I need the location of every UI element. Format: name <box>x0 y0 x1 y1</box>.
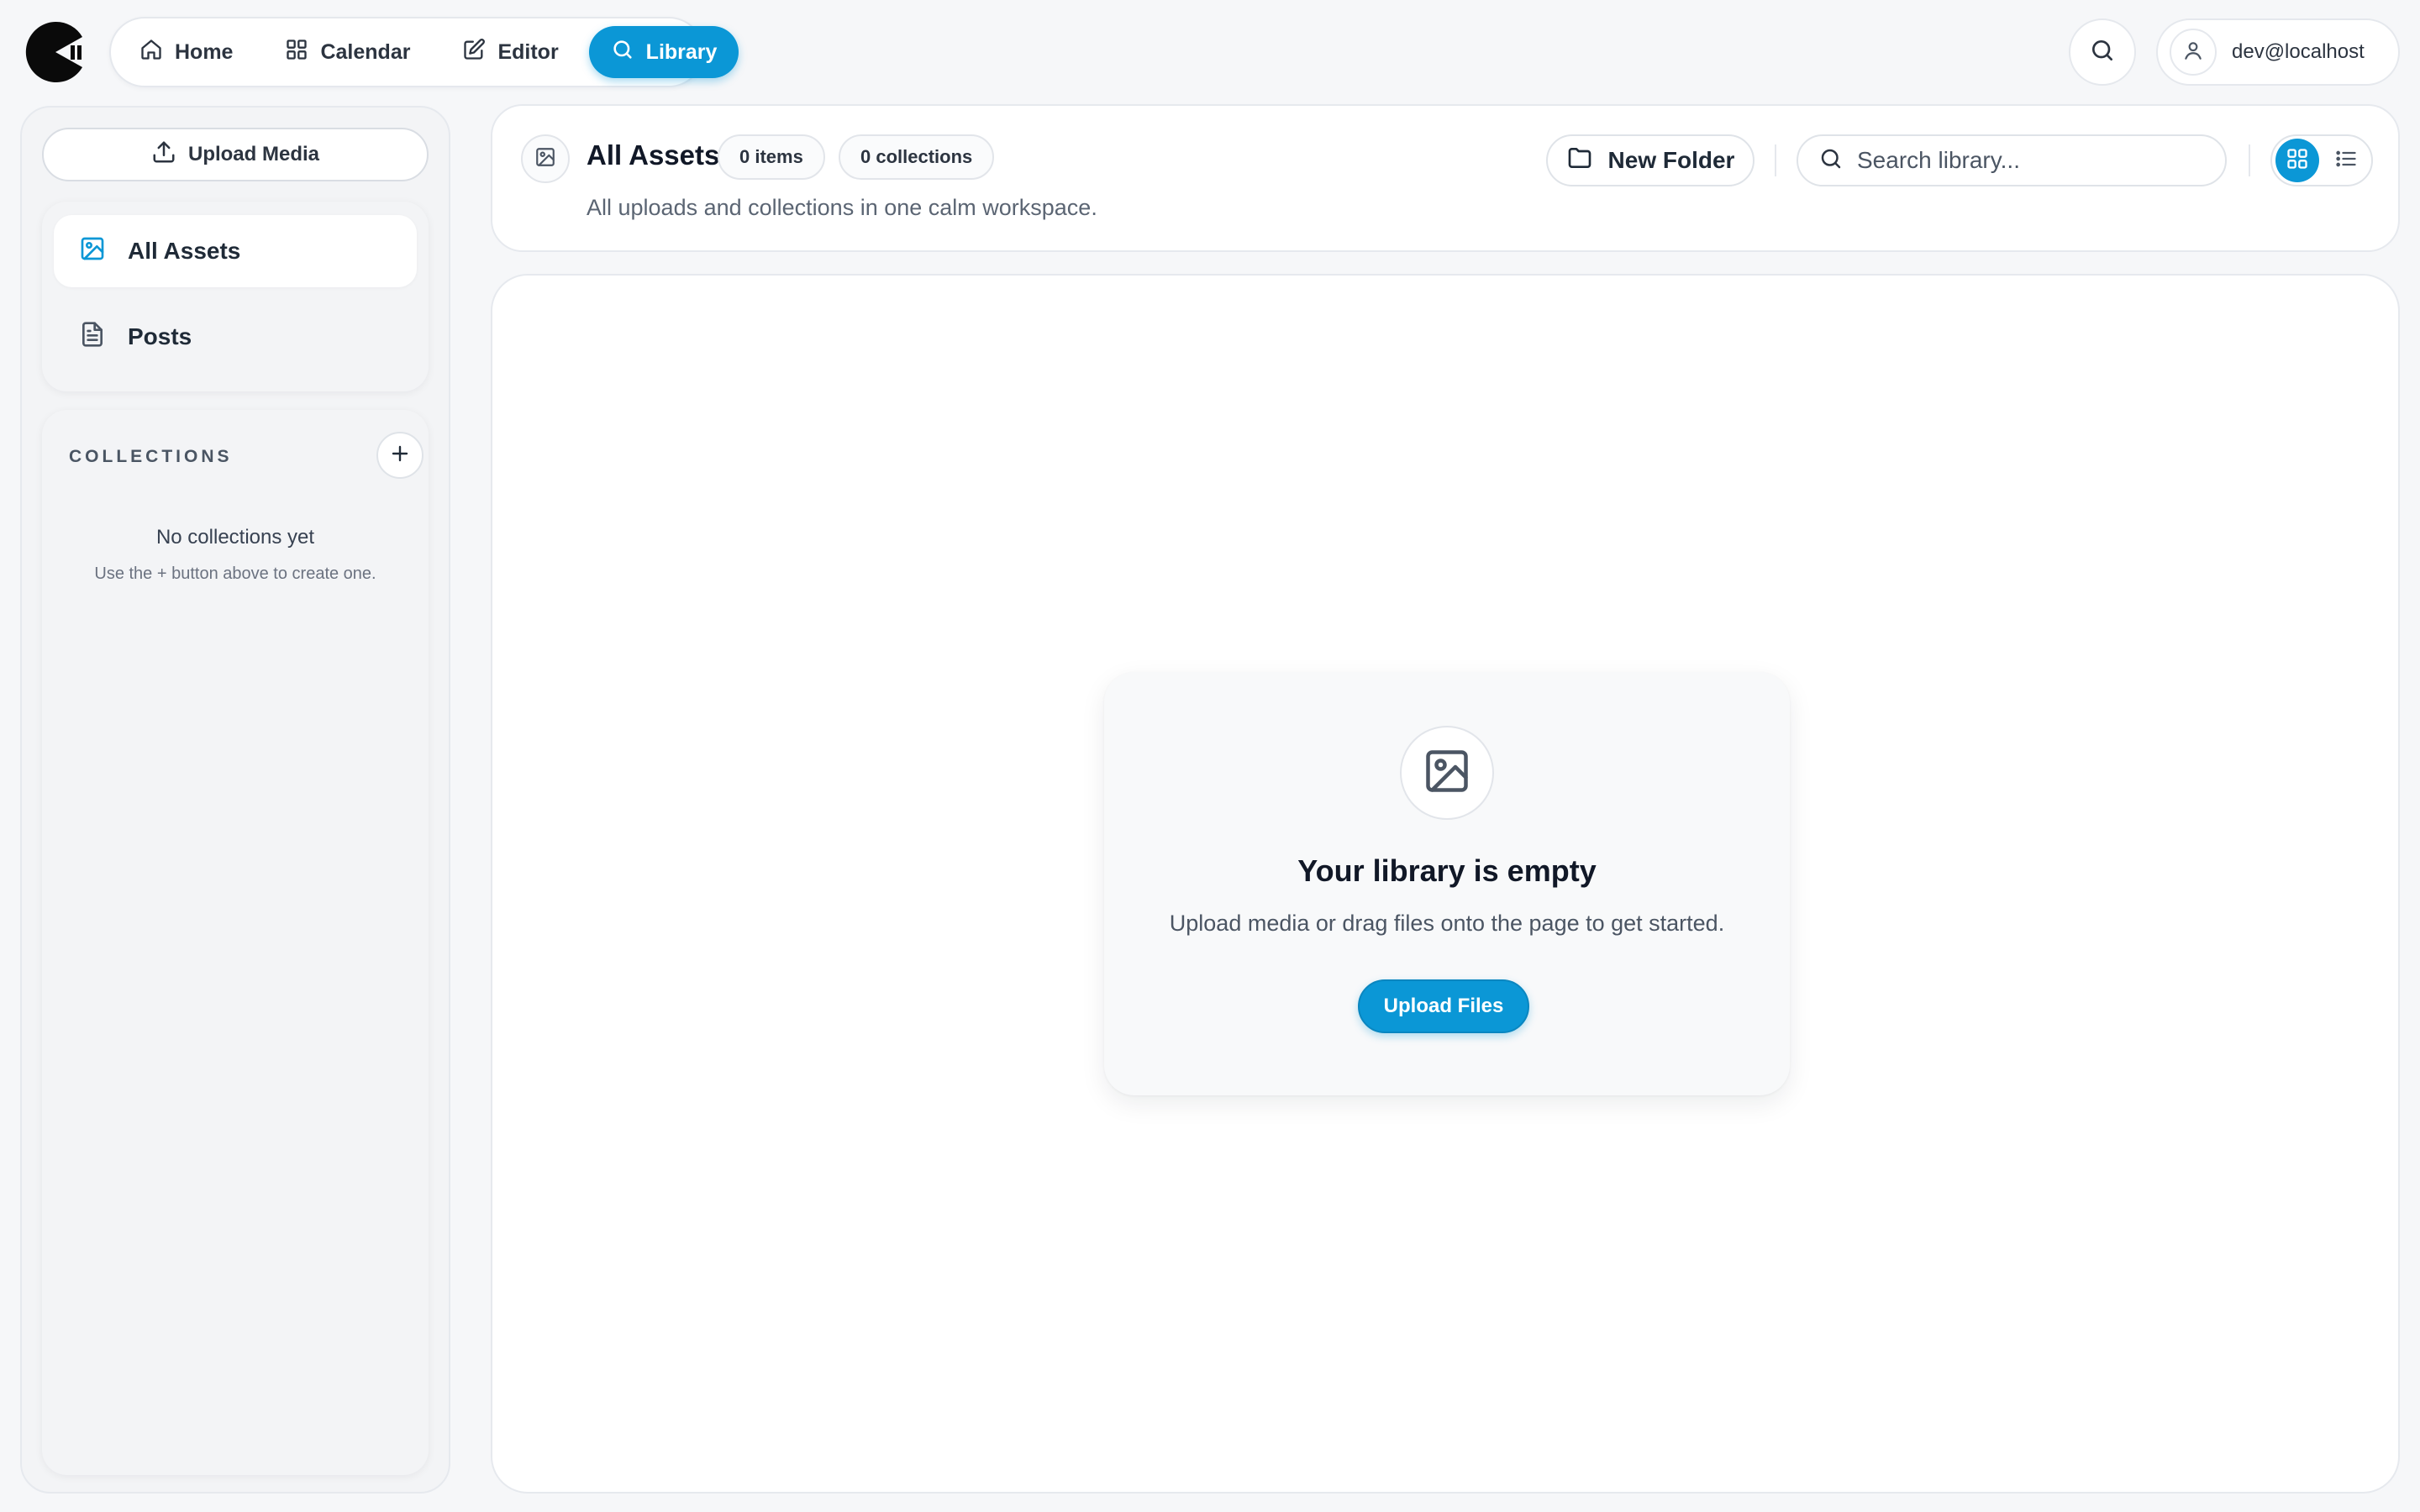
nav-editor[interactable]: Editor <box>440 26 580 78</box>
new-folder-button[interactable]: New Folder <box>1546 134 1754 186</box>
nav-calendar-label: Calendar <box>320 39 411 64</box>
folder-icon <box>1566 144 1593 177</box>
search-icon <box>611 38 634 67</box>
new-folder-label: New Folder <box>1607 147 1735 173</box>
upload-files-button[interactable]: Upload Files <box>1358 979 1529 1033</box>
library-search[interactable] <box>1797 134 2227 186</box>
library-content: Your library is empty Upload media or dr… <box>491 274 2400 1494</box>
grid-icon <box>2286 147 2309 175</box>
user-email: dev@localhost <box>2232 40 2365 63</box>
sidebar-item-label: Posts <box>128 323 192 349</box>
list-icon <box>2334 147 2358 175</box>
nav-home-label: Home <box>175 39 234 64</box>
edit-icon <box>462 38 486 67</box>
empty-state-title: Your library is empty <box>1297 853 1597 888</box>
view-mode-toggle <box>2270 134 2373 186</box>
upload-media-label: Upload Media <box>187 143 319 165</box>
image-icon <box>1422 746 1472 801</box>
collections-empty-subtitle: Use the + button above to create one. <box>94 564 376 583</box>
nav-library-label: Library <box>645 39 718 64</box>
upload-media-button[interactable]: Upload Media <box>42 128 429 181</box>
collections-panel: COLLECTIONS No collections yet Use the +… <box>42 410 429 1475</box>
sidebar-nav: All Assets Posts <box>42 202 429 391</box>
image-icon <box>534 146 556 172</box>
home-icon <box>139 38 163 67</box>
nav-library[interactable]: Library <box>588 26 739 78</box>
page-title: All Assets <box>587 139 720 171</box>
collections-count-badge: 0 collections <box>839 134 995 180</box>
add-collection-button[interactable] <box>376 432 424 479</box>
items-count-badge: 0 items <box>718 134 825 180</box>
document-icon <box>79 321 106 354</box>
global-search-button[interactable] <box>2069 18 2136 86</box>
grid-view-button[interactable] <box>2275 139 2319 182</box>
sidebar-item-all-assets[interactable]: All Assets <box>54 215 417 287</box>
user-icon <box>2182 39 2204 66</box>
top-nav: Home Calendar Editor Library <box>109 17 739 87</box>
search-icon <box>1818 146 1844 176</box>
app-root: Home Calendar Editor Library dev@localho… <box>0 0 2420 1512</box>
search-input[interactable] <box>1857 147 2205 174</box>
grid-icon <box>285 38 308 67</box>
collections-empty-title: No collections yet <box>155 526 315 549</box>
search-icon <box>2089 37 2116 68</box>
avatar <box>2170 29 2217 76</box>
header-divider <box>1775 144 1776 176</box>
empty-state-subtitle: Upload media or drag files onto the page… <box>1169 911 1725 936</box>
collections-title: COLLECTIONS <box>69 447 233 466</box>
upload-icon <box>151 139 176 171</box>
header-image-icon <box>521 134 570 183</box>
page-subtitle: All uploads and collections in one calm … <box>587 195 1097 220</box>
nav-calendar[interactable]: Calendar <box>263 26 432 78</box>
empty-state: Your library is empty Upload media or dr… <box>1104 672 1790 1095</box>
list-view-button[interactable] <box>2324 139 2368 182</box>
nav-home[interactable]: Home <box>118 26 255 78</box>
plus-icon <box>390 444 410 468</box>
empty-image-icon-wrap <box>1400 726 1494 820</box>
app-logo[interactable] <box>24 20 87 84</box>
sidebar-item-posts[interactable]: Posts <box>54 301 417 373</box>
library-header: All Assets 0 items 0 collections All upl… <box>491 104 2400 252</box>
header-divider <box>2249 144 2250 176</box>
sidebar: Upload Media All Assets Posts COLLECTION… <box>20 106 450 1494</box>
sidebar-item-label: All Assets <box>128 238 241 264</box>
image-icon <box>79 235 106 268</box>
nav-editor-label: Editor <box>497 39 559 64</box>
user-menu[interactable]: dev@localhost <box>2156 18 2400 86</box>
